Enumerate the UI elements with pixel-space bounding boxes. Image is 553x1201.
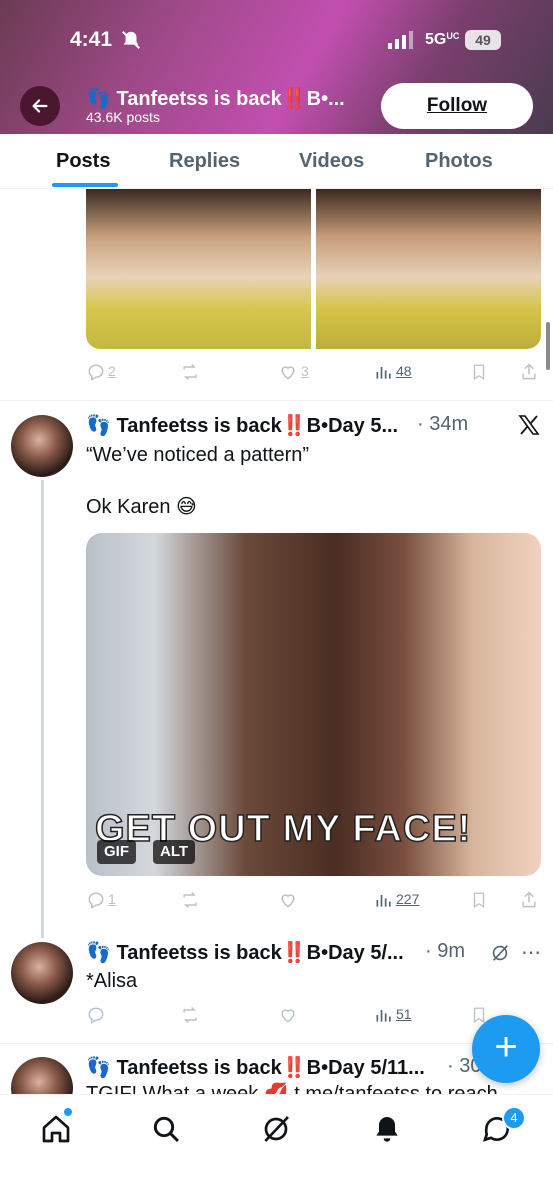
network-type: 5GUC	[425, 31, 460, 48]
search-icon[interactable]	[150, 1113, 182, 1145]
bookmark-button[interactable]	[470, 362, 488, 382]
gif-caption: GET OUT MY FACE!	[94, 807, 472, 851]
reply-button[interactable]: 1	[86, 890, 116, 910]
active-tab-indicator	[52, 183, 118, 187]
more-options-icon[interactable]: ⋯	[521, 940, 542, 965]
tab-videos[interactable]: Videos	[299, 150, 364, 173]
back-button[interactable]	[20, 86, 60, 126]
grok-icon[interactable]	[260, 1113, 292, 1145]
battery-indicator: 49	[465, 30, 501, 50]
views-button[interactable]: 48	[374, 362, 412, 382]
tab-replies[interactable]: Replies	[169, 150, 240, 173]
tweet-time[interactable]: · 9m	[425, 940, 465, 963]
repost-icon	[183, 1006, 197, 1024]
status-time: 4:41	[70, 28, 113, 51]
tweet-author-name[interactable]: 👣 Tanfeetss is back‼️B•Day 5/...	[86, 940, 404, 965]
like-button[interactable]: 3	[277, 362, 309, 382]
thread-line	[41, 480, 44, 938]
views-icon	[376, 895, 391, 907]
divider	[0, 1043, 553, 1044]
tweet-author-name[interactable]: 👣 Tanfeetss is back‼️B•Day 5...	[86, 413, 398, 438]
bookmark-icon	[473, 892, 485, 909]
bottom-navigation	[0, 1094, 553, 1201]
plus-icon: +	[494, 1025, 518, 1069]
reply-icon	[88, 1007, 104, 1024]
tweet-author-name[interactable]: 👣 Tanfeetss is back‼️B•Day 5/11...	[86, 1055, 425, 1080]
x-logo-icon[interactable]	[517, 413, 541, 437]
posts-count: 43.6K posts	[86, 109, 160, 125]
profile-name: 👣 Tanfeetss is back‼️B•...	[86, 88, 345, 110]
views-icon	[376, 1010, 391, 1022]
tab-posts[interactable]: Posts	[56, 150, 110, 173]
views-button[interactable]: 51	[374, 1005, 412, 1025]
views-button[interactable]: 227	[374, 890, 419, 910]
reply-icon	[88, 364, 104, 381]
post-photo[interactable]	[86, 189, 311, 349]
profile-tabs: Posts Replies Videos Photos	[0, 134, 553, 189]
tab-photos[interactable]: Photos	[425, 150, 493, 173]
home-notification-dot	[62, 1106, 74, 1118]
tweet-text: *Alisa	[86, 970, 138, 992]
heart-icon	[281, 894, 295, 908]
avatar[interactable]	[11, 942, 73, 1004]
like-button[interactable]	[277, 890, 299, 910]
like-button[interactable]	[277, 1005, 299, 1025]
share-button[interactable]	[519, 890, 539, 910]
compose-button[interactable]: +	[472, 1015, 540, 1083]
repost-button[interactable]	[178, 362, 202, 382]
reply-icon	[88, 892, 104, 909]
share-icon	[522, 891, 536, 908]
avatar[interactable]	[11, 415, 73, 477]
share-icon	[522, 363, 536, 380]
messages-badge: 4	[502, 1106, 526, 1130]
bookmark-icon	[473, 364, 485, 381]
reply-button[interactable]	[86, 1005, 106, 1025]
bell-off-icon	[122, 31, 140, 49]
tweet-text: “We’ve noticed a pattern” Ok Karen 😅	[86, 444, 310, 518]
repost-button[interactable]	[178, 1005, 202, 1025]
signal-icon	[388, 31, 413, 49]
repost-button[interactable]	[178, 890, 202, 910]
notifications-icon[interactable]	[371, 1113, 403, 1145]
gif-badge[interactable]: GIF	[97, 840, 136, 864]
follow-button[interactable]: Follow	[381, 83, 533, 129]
views-icon	[376, 367, 391, 379]
arrow-left-icon	[32, 99, 48, 113]
scrollbar[interactable]	[546, 322, 550, 370]
divider	[0, 400, 553, 401]
reply-button[interactable]: 2	[86, 362, 116, 382]
repost-icon	[183, 891, 197, 909]
share-button[interactable]	[519, 362, 539, 382]
bookmark-button[interactable]	[470, 890, 488, 910]
tweet-time[interactable]: · 34m	[417, 413, 468, 436]
repost-icon	[183, 363, 197, 381]
alt-badge[interactable]: ALT	[153, 840, 196, 864]
heart-icon	[281, 366, 295, 380]
post-photo[interactable]	[316, 189, 541, 349]
heart-icon	[281, 1009, 295, 1023]
grok-icon[interactable]	[489, 942, 511, 964]
